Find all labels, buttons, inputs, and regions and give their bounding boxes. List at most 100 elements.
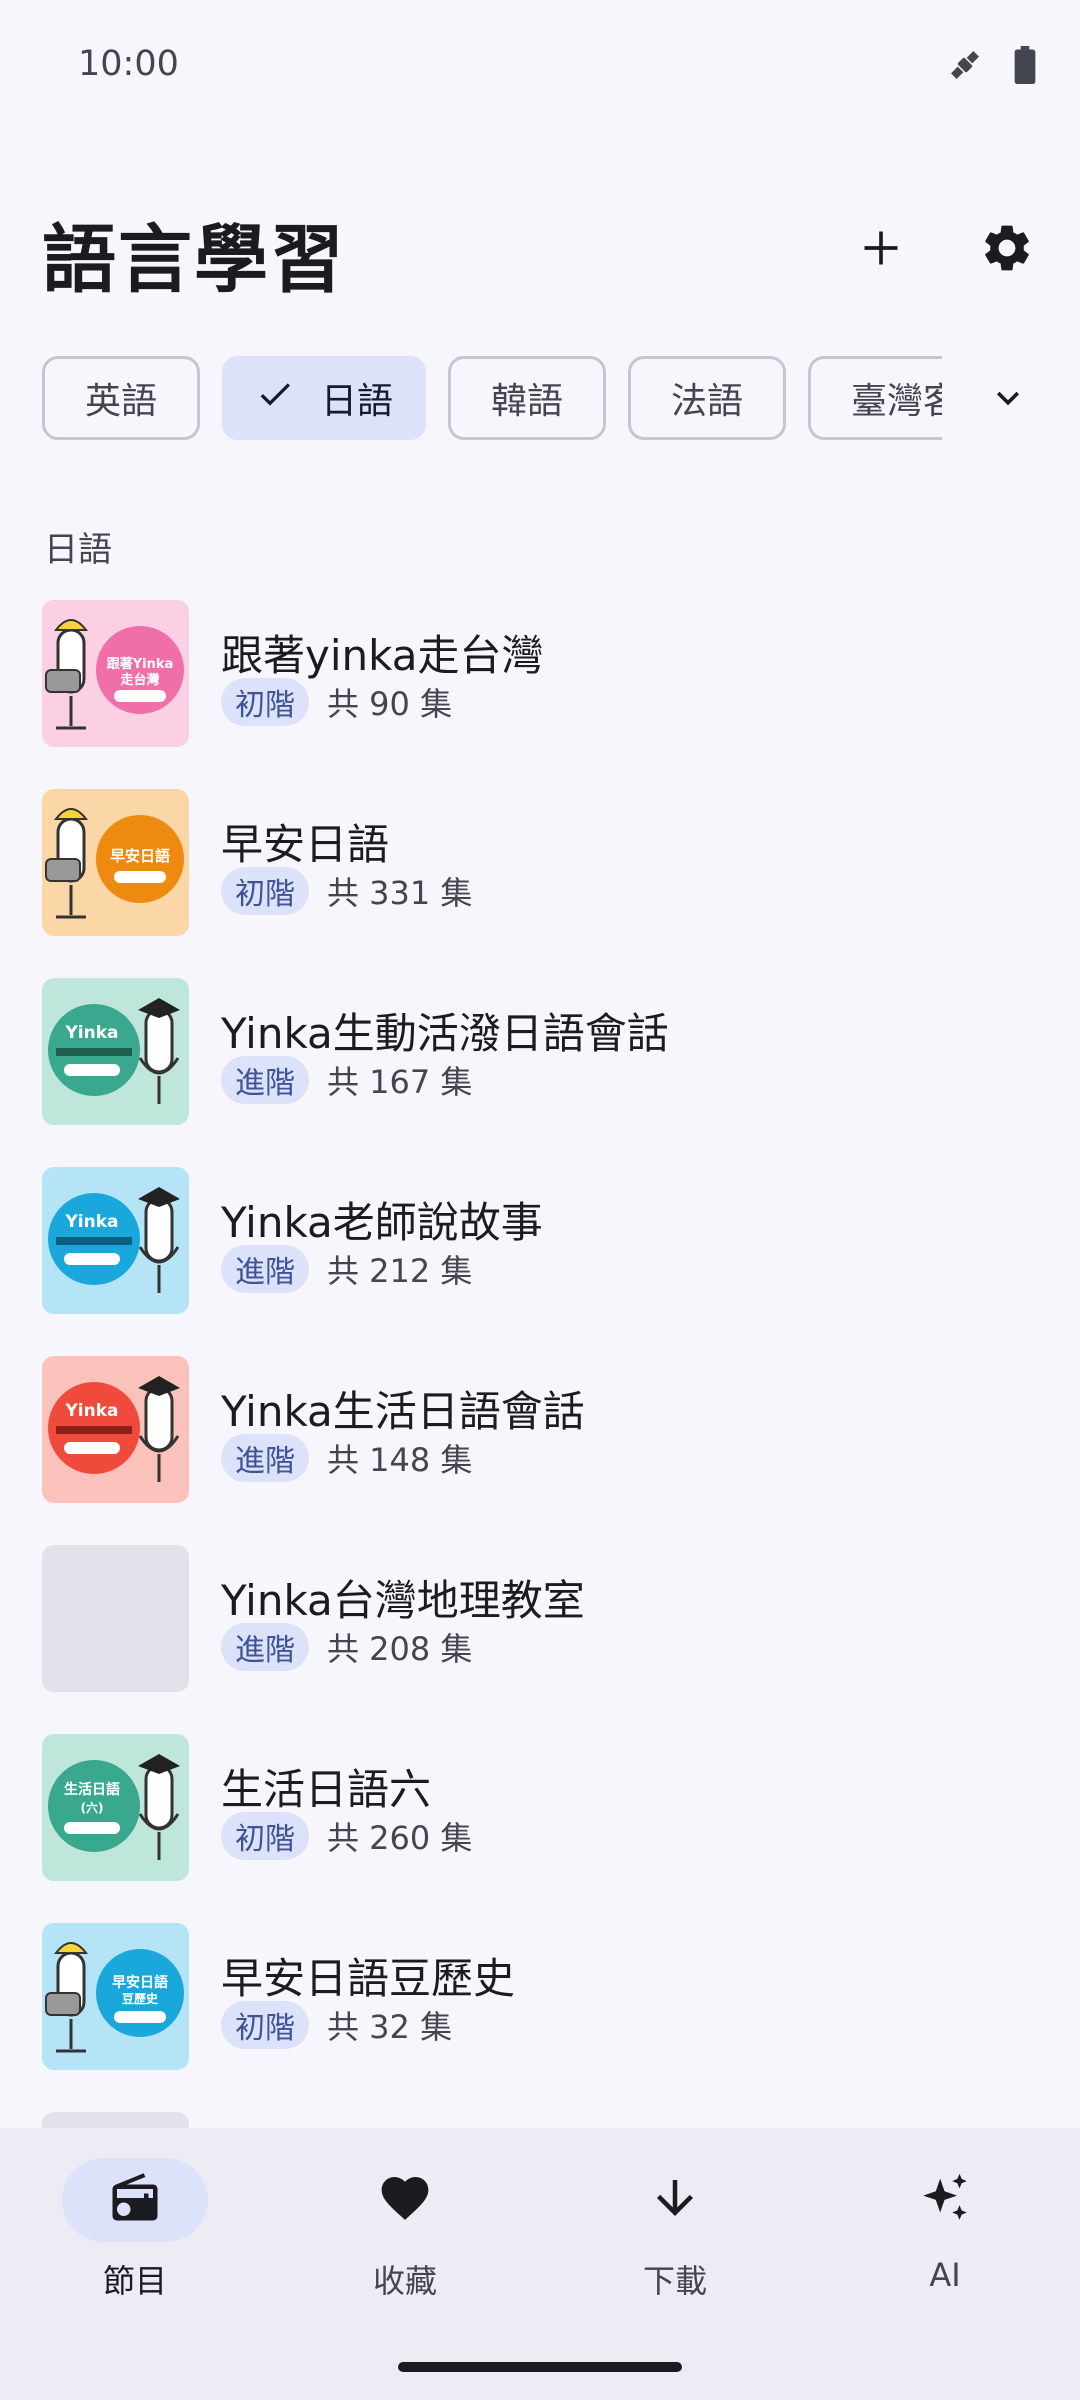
- svg-text:早安日語: 早安日語: [110, 847, 170, 865]
- plus-icon: [859, 226, 903, 274]
- svg-text:早安日語: 早安日語: [112, 1974, 168, 1991]
- program-title: Yinka台灣地理教室: [221, 1576, 585, 1625]
- nav-indicator: [602, 2158, 748, 2242]
- program-title: Yinka生活日語會話: [221, 1387, 585, 1436]
- program-title: Yinka老師說故事: [221, 1198, 543, 1247]
- program-meta: 進階 共 212 集: [221, 1245, 472, 1293]
- program-item[interactable]: 早安日語 豆歷史 早安日語豆歷史 初階 共 32 集: [0, 1913, 1080, 2102]
- program-thumbnail: 跟著Yinka 走台灣: [42, 600, 189, 747]
- nav-item-downloads[interactable]: 下載: [540, 2158, 810, 2308]
- level-badge: 進階: [221, 1245, 309, 1293]
- episode-count: 共 90 集: [327, 685, 453, 723]
- program-item[interactable]: Yinka台灣地理教室 進階 共 208 集: [0, 1535, 1080, 1724]
- program-meta: 初階 共 90 集: [221, 678, 452, 726]
- program-item[interactable]: Yinka Yinka生活日語會話 進階 共 148 集: [0, 1346, 1080, 1535]
- chip-label: 日語: [320, 381, 393, 422]
- program-thumbnail: Yinka: [42, 978, 189, 1125]
- add-button[interactable]: [841, 210, 921, 290]
- settings-button[interactable]: [967, 210, 1047, 290]
- nav-indicator: [332, 2158, 478, 2242]
- gear-icon: [979, 220, 1035, 280]
- svg-text:豆歷史: 豆歷史: [122, 1991, 159, 2006]
- nav-label: 節目: [102, 2262, 167, 2300]
- level-badge: 初階: [221, 678, 309, 726]
- level-badge: 進階: [221, 1623, 309, 1671]
- episode-count: 共 212 集: [327, 1252, 473, 1290]
- program-thumbnail: 早安日語: [42, 789, 189, 936]
- chip-hakka[interactable]: 臺灣客: [808, 356, 942, 440]
- battery-icon: [1014, 46, 1036, 84]
- chip-label: 韓語: [490, 381, 563, 422]
- chip-japanese[interactable]: 日語: [222, 356, 426, 440]
- expand-chips-button[interactable]: [968, 360, 1048, 440]
- page-title: 語言學習: [42, 217, 346, 303]
- program-meta: 初階 共 32 集: [221, 2001, 452, 2049]
- program-meta: 進階 共 148 集: [221, 1434, 472, 1482]
- language-filter-row: 英語 日語 韓語 法語 臺灣客: [0, 356, 1080, 442]
- program-title: 跟著yinka走台灣: [221, 631, 544, 680]
- level-badge: 初階: [221, 2001, 309, 2049]
- download-arrow-icon: [648, 2171, 702, 2229]
- sparkles-icon: [916, 2169, 974, 2231]
- program-item[interactable]: 早安日語 早安日語 初階 共 331 集: [0, 779, 1080, 968]
- bottom-navigation: 節目 收藏 下載 AI: [0, 2128, 1080, 2400]
- status-time: 10:00: [78, 44, 179, 84]
- program-thumbnail: 生活日語 (六): [42, 1734, 189, 1881]
- chip-label: 法語: [670, 381, 743, 422]
- chip-label: 臺灣客: [851, 381, 942, 422]
- program-title: 早安日語: [221, 820, 390, 869]
- level-badge: 進階: [221, 1434, 309, 1482]
- svg-text:Yinka: Yinka: [64, 1023, 118, 1043]
- program-title: 早安日語豆歷史: [221, 1954, 516, 2003]
- program-item[interactable]: Yinka Yinka生動活潑日語會話 進階 共 167 集: [0, 968, 1080, 1157]
- home-indicator[interactable]: [398, 2362, 682, 2372]
- svg-text:Yinka: Yinka: [64, 1212, 118, 1232]
- section-title: 日語: [44, 530, 112, 570]
- program-title: Yinka生動活潑日語會話: [221, 1009, 669, 1058]
- chevron-down-icon: [986, 376, 1030, 424]
- episode-count: 共 32 集: [327, 2008, 453, 2046]
- program-item[interactable]: 生活日語 (六) 生活日語六 初階 共 260 集: [0, 1724, 1080, 1913]
- program-meta: 進階 共 208 集: [221, 1623, 472, 1671]
- program-meta: 初階 共 260 集: [221, 1812, 472, 1860]
- nav-indicator: [872, 2158, 1018, 2242]
- check-icon: [255, 374, 295, 423]
- program-title: 生活日語六: [221, 1765, 432, 1814]
- episode-count: 共 167 集: [327, 1063, 473, 1101]
- program-meta: 初階 共 331 集: [221, 867, 472, 915]
- program-thumbnail: 早安日語 豆歷史: [42, 1923, 189, 2070]
- nav-item-favorites[interactable]: 收藏: [270, 2158, 540, 2308]
- level-badge: 初階: [221, 1812, 309, 1860]
- program-item[interactable]: 跟著Yinka 走台灣 跟著yinka走台灣 初階 共 90 集: [0, 590, 1080, 779]
- chip-label: 英語: [84, 381, 157, 422]
- svg-text:走台灣: 走台灣: [120, 672, 159, 688]
- nav-item-programs[interactable]: 節目: [0, 2158, 270, 2308]
- episode-count: 共 208 集: [327, 1630, 473, 1668]
- program-item[interactable]: Yinka Yinka老師說故事 進階 共 212 集: [0, 1157, 1080, 1346]
- program-list: 跟著Yinka 走台灣 跟著yinka走台灣 初階 共 90 集 早安日語 早安…: [0, 590, 1080, 2102]
- episode-count: 共 260 集: [327, 1819, 473, 1857]
- nav-label: 收藏: [372, 2262, 437, 2300]
- nav-label: AI: [929, 2256, 961, 2294]
- svg-text:生活日語: 生活日語: [64, 1781, 120, 1798]
- status-icons: [946, 46, 1036, 84]
- chip-korean[interactable]: 韓語: [448, 356, 606, 440]
- chip-english[interactable]: 英語: [42, 356, 200, 440]
- radio-icon: [108, 2171, 162, 2229]
- level-badge: 初階: [221, 867, 309, 915]
- level-badge: 進階: [221, 1056, 309, 1104]
- top-app-bar: 語言學習: [0, 180, 1080, 320]
- nav-indicator: [62, 2158, 208, 2242]
- heart-icon: [377, 2170, 433, 2230]
- nav-label: 下載: [642, 2262, 707, 2300]
- svg-text:(六): (六): [81, 1800, 104, 1815]
- chip-french[interactable]: 法語: [628, 356, 786, 440]
- nav-item-ai[interactable]: AI: [810, 2158, 1080, 2308]
- episode-count: 共 331 集: [327, 874, 473, 912]
- language-chips: 英語 日語 韓語 法語 臺灣客: [42, 356, 942, 442]
- program-thumbnail: Yinka: [42, 1167, 189, 1314]
- status-bar: 10:00: [0, 0, 1080, 136]
- satellite-icon: [946, 46, 984, 84]
- program-meta: 進階 共 167 集: [221, 1056, 472, 1104]
- svg-text:跟著Yinka: 跟著Yinka: [107, 656, 174, 672]
